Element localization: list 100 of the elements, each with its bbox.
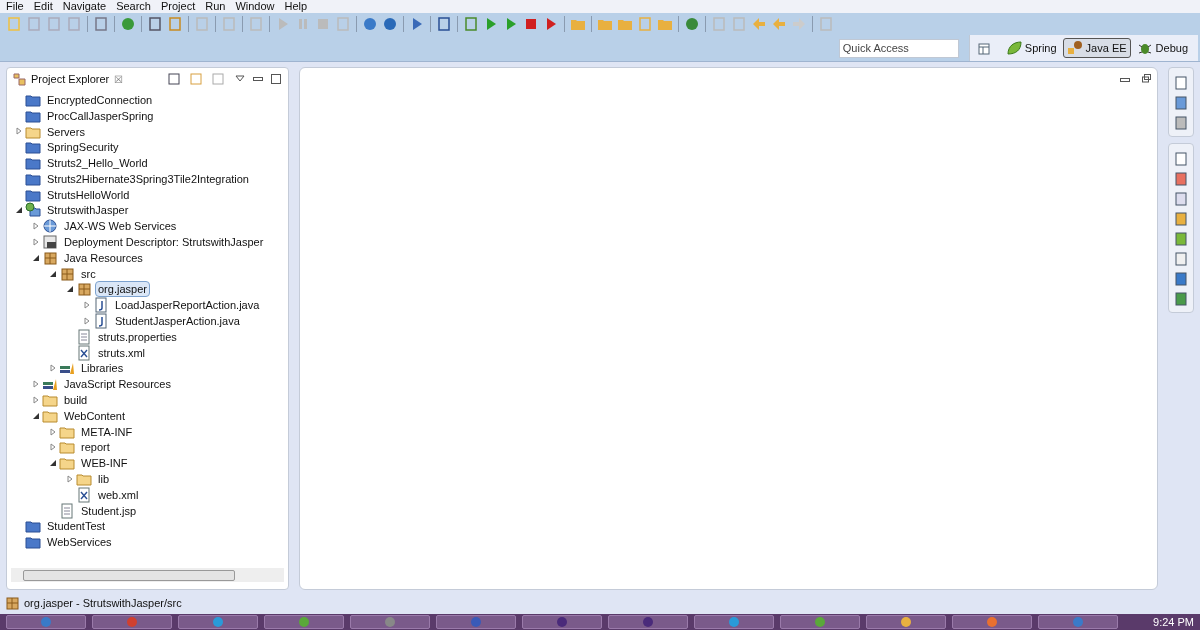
document-button[interactable] — [1172, 114, 1190, 132]
taskbar-button[interactable] — [178, 615, 258, 629]
menu-item[interactable]: Edit — [33, 0, 53, 13]
minimize-icon[interactable] — [1120, 78, 1130, 82]
menu-item[interactable]: Project — [161, 0, 196, 13]
collapse-arrow-icon[interactable] — [15, 206, 23, 215]
tree-item[interactable]: web.xml — [95, 486, 142, 503]
taskbar-button[interactable] — [350, 615, 430, 629]
maximize-icon[interactable] — [271, 74, 281, 84]
taskbar-button[interactable] — [952, 615, 1032, 629]
tree-item[interactable]: StrutsHelloWorld — [44, 186, 133, 203]
tree-item[interactable]: Struts2Hibernate3Spring3Tile2Integration — [44, 170, 252, 187]
taskbar-button[interactable] — [608, 615, 688, 629]
tree-item[interactable]: JavaScript Resources — [61, 376, 174, 393]
menu-item[interactable]: Window — [235, 0, 275, 13]
expand-arrow-icon[interactable] — [32, 222, 40, 231]
package-icon — [42, 249, 58, 266]
beans-icon — [1066, 40, 1083, 56]
tree-item[interactable]: org.jasper — [95, 281, 150, 298]
taskbar-button[interactable] — [92, 615, 172, 629]
menu-item[interactable]: Navigate — [62, 0, 107, 13]
tree-item[interactable]: Student.jsp — [78, 502, 140, 519]
view-menu-icon[interactable] — [235, 75, 245, 83]
app-icon — [470, 616, 482, 628]
app-icon — [814, 616, 826, 628]
tree-item[interactable]: Servers — [44, 123, 88, 140]
taskbar-button[interactable] — [6, 615, 86, 629]
folder-icon — [25, 155, 41, 172]
expand-arrow-icon[interactable] — [49, 427, 57, 436]
tree-item[interactable]: META-INF — [78, 423, 136, 440]
collapse-arrow-icon[interactable] — [49, 459, 57, 468]
tree-item[interactable]: Java Resources — [61, 249, 146, 266]
perspective-tab[interactable]: Spring — [1001, 38, 1061, 58]
xml-file-icon — [76, 486, 92, 503]
folder-icon — [25, 518, 41, 535]
collapse-arrow-icon[interactable] — [66, 285, 74, 294]
tree-item[interactable]: ProcCallJasperSpring — [44, 107, 157, 124]
taskbar-button[interactable] — [1038, 615, 1118, 629]
explorer-title: Project Explorer — [31, 71, 110, 87]
app-icon — [384, 616, 396, 628]
collapse-arrow-icon[interactable] — [32, 253, 40, 262]
java-file-icon — [93, 313, 109, 330]
tree-item[interactable]: src — [78, 265, 99, 282]
quick-access-field[interactable]: Quick Access — [838, 38, 959, 58]
perspective-tab[interactable]: Java EE — [1062, 38, 1131, 58]
expand-arrow-icon[interactable] — [49, 364, 57, 373]
taskbar-button[interactable] — [522, 615, 602, 629]
tree-item[interactable]: Libraries — [78, 360, 127, 377]
menu-item[interactable]: Search — [116, 0, 151, 13]
expand-arrow-icon[interactable] — [83, 317, 91, 326]
tree-item[interactable]: Struts2_Hello_World — [44, 155, 151, 172]
menu-item[interactable]: File — [6, 0, 24, 13]
tree-item[interactable]: struts.xml — [95, 344, 149, 361]
package-icon — [76, 281, 92, 298]
folder-icon — [25, 139, 41, 156]
tree-item[interactable]: struts.properties — [95, 328, 180, 345]
collapse-arrow-icon[interactable] — [32, 411, 40, 420]
close-button[interactable]: ☒ — [114, 71, 124, 87]
stop-icon — [315, 16, 331, 32]
menu-item[interactable]: Help — [284, 0, 308, 13]
menu-item[interactable]: Run — [205, 0, 226, 13]
expand-arrow-icon[interactable] — [32, 380, 40, 389]
tree-item[interactable]: LoadJasperReportAction.java — [112, 297, 263, 314]
taskbar-button[interactable] — [866, 615, 946, 629]
expand-arrow-icon[interactable] — [83, 301, 91, 310]
tree-item[interactable]: StudentTest — [44, 518, 109, 535]
tree-item[interactable]: lib — [95, 471, 112, 488]
taskbar-button[interactable] — [780, 615, 860, 629]
expand-arrow-icon[interactable] — [32, 238, 40, 247]
expand-arrow-icon[interactable] — [66, 475, 74, 483]
app-icon — [986, 616, 998, 628]
tree-item[interactable]: JAX-WS Web Services — [61, 218, 180, 235]
tree-item[interactable]: StrutswithJasper — [44, 202, 132, 219]
stop-icon — [523, 16, 539, 32]
tree-item[interactable]: EncryptedConnection — [44, 91, 156, 108]
perspective-tab[interactable]: Debug — [1132, 38, 1192, 58]
descriptor-icon — [42, 234, 58, 251]
collapse-arrow-icon[interactable] — [49, 269, 57, 278]
arrow-right-icon — [791, 16, 807, 32]
tree-item[interactable]: WEB-INF — [78, 455, 131, 472]
horizontal-scrollbar[interactable] — [11, 568, 284, 582]
tree-item[interactable]: StudentJasperAction.java — [112, 313, 243, 330]
app-icon — [728, 616, 740, 628]
taskbar-button[interactable] — [264, 615, 344, 629]
folder-icon — [25, 534, 41, 551]
tree-item[interactable]: WebContent — [61, 407, 128, 424]
tree-item[interactable]: Deployment Descriptor: StrutswithJasper — [61, 234, 267, 251]
expand-arrow-icon[interactable] — [49, 443, 57, 452]
tree-item[interactable]: build — [61, 392, 91, 409]
tree-item[interactable]: WebServices — [44, 534, 115, 551]
minimize-icon[interactable] — [253, 77, 263, 81]
tree-item[interactable]: report — [78, 439, 113, 456]
document-icon — [93, 16, 109, 32]
app-icon — [126, 616, 138, 628]
taskbar-clock: 9:24 PM — [1153, 615, 1194, 629]
expand-arrow-icon[interactable] — [15, 127, 23, 136]
expand-arrow-icon[interactable] — [32, 396, 40, 405]
taskbar-button[interactable] — [436, 615, 516, 629]
taskbar-button[interactable] — [694, 615, 774, 629]
tree-item[interactable]: SpringSecurity — [44, 139, 122, 156]
